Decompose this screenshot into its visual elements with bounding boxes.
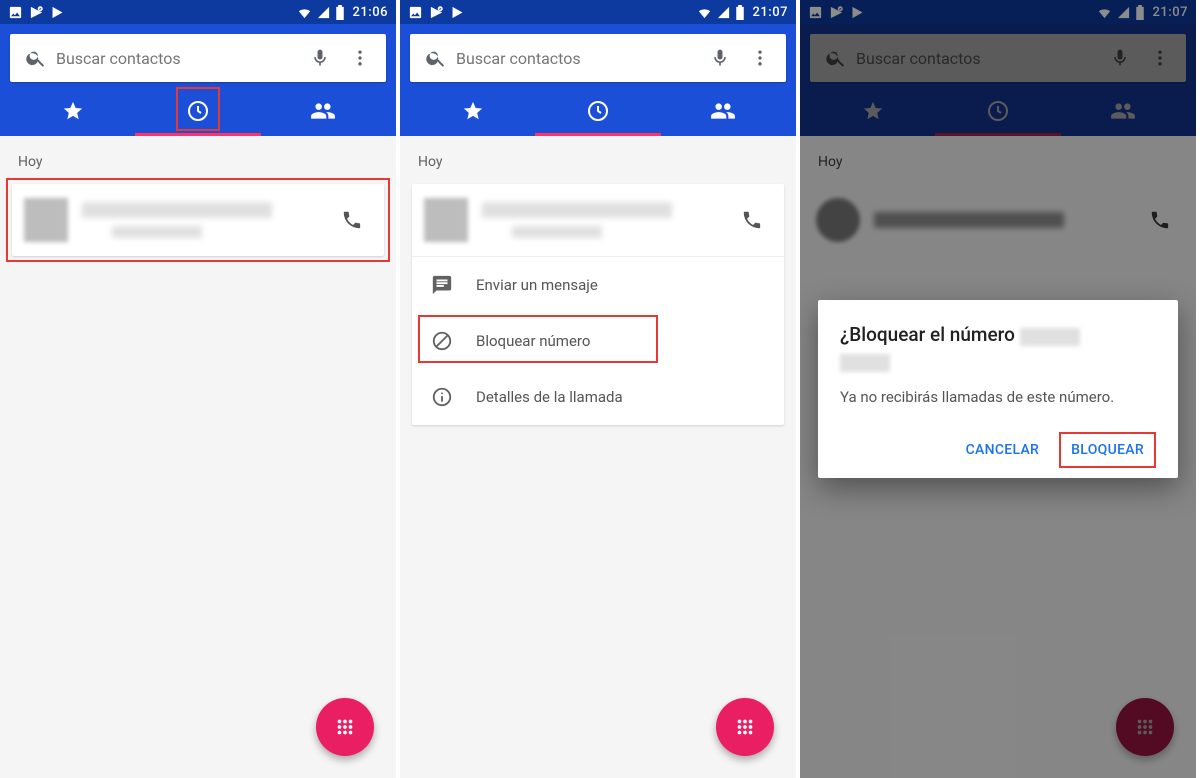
content-area: Hoy xyxy=(0,136,396,778)
dialog-message: Ya no recibirás llamadas de este número. xyxy=(840,387,1156,408)
dialog-redacted-number-2 xyxy=(840,354,890,372)
search-bar[interactable]: Buscar contactos xyxy=(10,34,386,82)
play-icon xyxy=(450,5,465,20)
mic-icon[interactable] xyxy=(700,38,740,78)
tab-recents[interactable] xyxy=(570,91,626,131)
dialog-redacted-number xyxy=(1020,328,1080,346)
search-placeholder: Buscar contactos xyxy=(56,49,300,68)
section-label: Hoy xyxy=(18,154,384,170)
menu-label: Enviar un mensaje xyxy=(476,276,598,294)
tab-recents[interactable] xyxy=(170,91,226,131)
search-icon xyxy=(16,38,56,78)
menu-block-number[interactable]: Bloquear número xyxy=(412,313,784,369)
call-actions-menu: Enviar un mensaje Bloquear número Detall… xyxy=(412,256,784,425)
section-label: Hoy xyxy=(418,154,784,170)
dialog-cancel-button[interactable]: CANCELAR xyxy=(954,432,1052,468)
call-entry-expanded: Enviar un mensaje Bloquear número Detall… xyxy=(412,184,784,425)
wifi-icon xyxy=(697,5,712,20)
dialpad-fab[interactable] xyxy=(316,698,374,756)
call-entry-row[interactable] xyxy=(412,184,784,256)
dialog-title: ¿Bloquear el número xyxy=(840,322,1156,373)
avatar xyxy=(24,198,68,242)
call-button[interactable] xyxy=(332,200,372,240)
screen-2: 21:07 Buscar contactos Hoy xyxy=(400,0,796,778)
tab-favorites[interactable] xyxy=(445,91,501,131)
tab-contacts[interactable] xyxy=(695,91,751,131)
call-entry-card[interactable] xyxy=(12,184,384,256)
signal-icon xyxy=(716,5,731,20)
menu-call-details[interactable]: Detalles de la llamada xyxy=(412,369,784,425)
battery-icon xyxy=(335,5,345,20)
app-header: Buscar contactos xyxy=(400,24,796,136)
tabs xyxy=(10,86,386,136)
battery-icon xyxy=(735,5,745,20)
menu-label: Bloquear número xyxy=(476,332,590,350)
search-bar[interactable]: Buscar contactos xyxy=(410,34,786,82)
app-header: Buscar contactos xyxy=(0,24,396,136)
dialog-title-text: ¿Bloquear el número xyxy=(840,323,1015,346)
info-icon xyxy=(430,385,454,409)
menu-label: Detalles de la llamada xyxy=(476,388,623,406)
search-icon xyxy=(416,38,456,78)
screen-3: 21:07 Buscar contactos Hoy xyxy=(800,0,1196,778)
content-area: Hoy Enviar un mensaje Bloquear número xyxy=(400,136,796,778)
call-entry-text xyxy=(482,202,718,238)
avatar xyxy=(424,198,468,242)
tabs xyxy=(410,86,786,136)
play-icon xyxy=(50,5,65,20)
signal-icon xyxy=(316,5,331,20)
tab-contacts[interactable] xyxy=(295,91,351,131)
play-badge-icon xyxy=(429,5,444,20)
message-icon xyxy=(430,273,454,297)
call-button[interactable] xyxy=(732,200,772,240)
status-time: 21:07 xyxy=(753,5,788,20)
dialpad-fab[interactable] xyxy=(716,698,774,756)
more-icon[interactable] xyxy=(740,38,780,78)
tab-favorites[interactable] xyxy=(45,91,101,131)
call-entry-text xyxy=(82,202,318,238)
more-icon[interactable] xyxy=(340,38,380,78)
image-icon xyxy=(8,5,23,20)
screen-1: 21:06 Buscar contactos Hoy xyxy=(0,0,396,778)
search-placeholder: Buscar contactos xyxy=(456,49,700,68)
dialog-confirm-button[interactable]: BLOQUEAR xyxy=(1059,432,1156,468)
status-bar: 21:07 xyxy=(400,0,796,24)
play-badge-icon xyxy=(29,5,44,20)
status-bar: 21:06 xyxy=(0,0,396,24)
menu-send-message[interactable]: Enviar un mensaje xyxy=(412,257,784,313)
wifi-icon xyxy=(297,5,312,20)
block-icon xyxy=(430,329,454,353)
status-time: 21:06 xyxy=(353,5,388,20)
block-confirm-dialog: ¿Bloquear el número Ya no recibirás llam… xyxy=(818,300,1178,478)
image-icon xyxy=(408,5,423,20)
mic-icon[interactable] xyxy=(300,38,340,78)
